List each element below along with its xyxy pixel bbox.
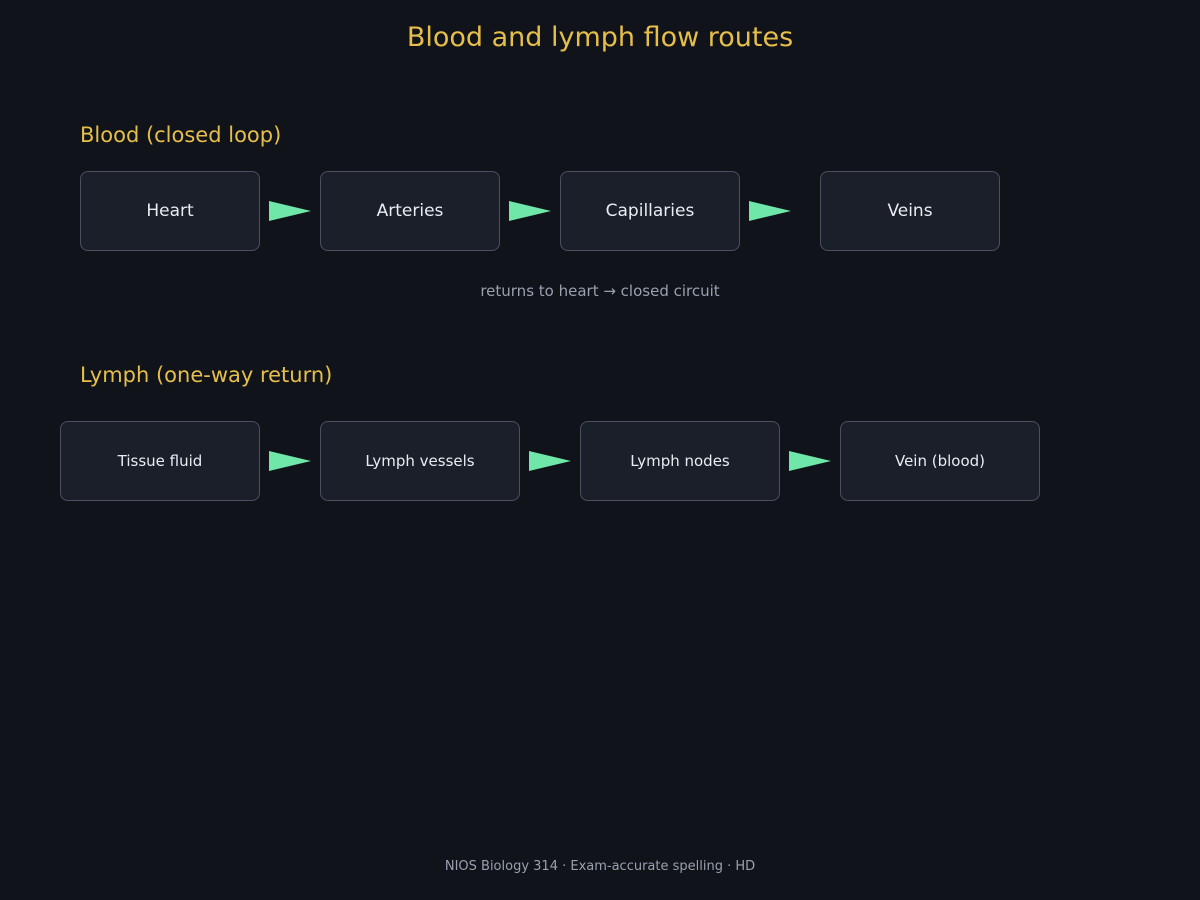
diagram-title: Blood and lymph flow routes	[406, 22, 794, 53]
lymph-node-tissue-fluid: Tissue fluid	[60, 421, 260, 501]
lymph-node-lymph-nodes: Lymph nodes	[580, 421, 780, 501]
lymph-arrow-1	[269, 451, 311, 471]
lymph-arrow-2	[529, 451, 571, 471]
lymph-arrow-3	[789, 451, 831, 471]
blood-node-veins: Veins	[820, 171, 1000, 251]
footer-caption: NIOS Biology 314 · Exam-accurate spellin…	[444, 859, 756, 874]
blood-return-note: returns to heart → closed circuit	[480, 282, 720, 300]
blood-arrow-2	[509, 201, 551, 221]
lymph-section-title: Lymph (one-way return)	[80, 363, 333, 387]
blood-arrow-3	[749, 201, 791, 221]
blood-section-title: Blood (closed loop)	[80, 123, 282, 147]
blood-node-heart: Heart	[80, 171, 260, 251]
blood-node-capillaries: Capillaries	[560, 171, 740, 251]
blood-arrow-1	[269, 201, 311, 221]
blood-node-arteries: Arteries	[320, 171, 500, 251]
lymph-node-lymph-vessels: Lymph vessels	[320, 421, 520, 501]
lymph-node-vein-blood: Vein (blood)	[840, 421, 1040, 501]
